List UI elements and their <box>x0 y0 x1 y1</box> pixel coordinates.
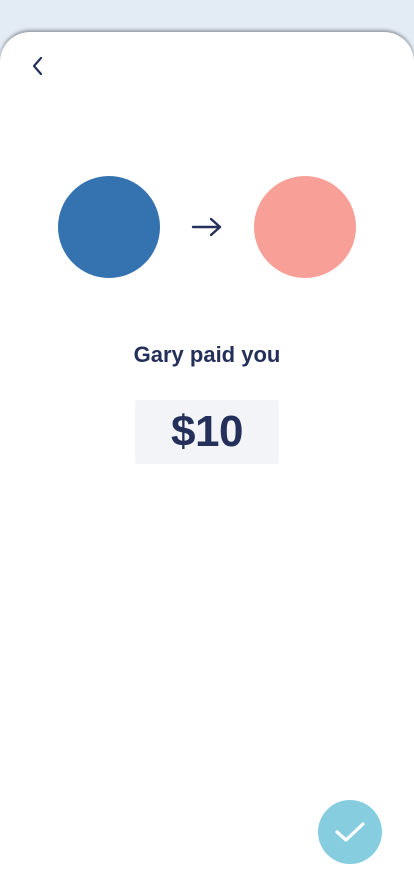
back-button[interactable] <box>24 52 52 80</box>
amount-box: $10 <box>135 400 279 464</box>
payer-avatar <box>58 176 160 278</box>
chevron-left-icon <box>32 56 43 76</box>
payment-title: Gary paid you <box>133 342 281 367</box>
payment-sheet: Gary paid you $10 <box>0 32 414 896</box>
arrow-right-icon <box>191 217 222 237</box>
payee-avatar <box>254 176 356 278</box>
confirm-button[interactable] <box>318 800 382 864</box>
checkmark-icon <box>335 822 365 842</box>
amount-value: $10 <box>171 407 243 456</box>
